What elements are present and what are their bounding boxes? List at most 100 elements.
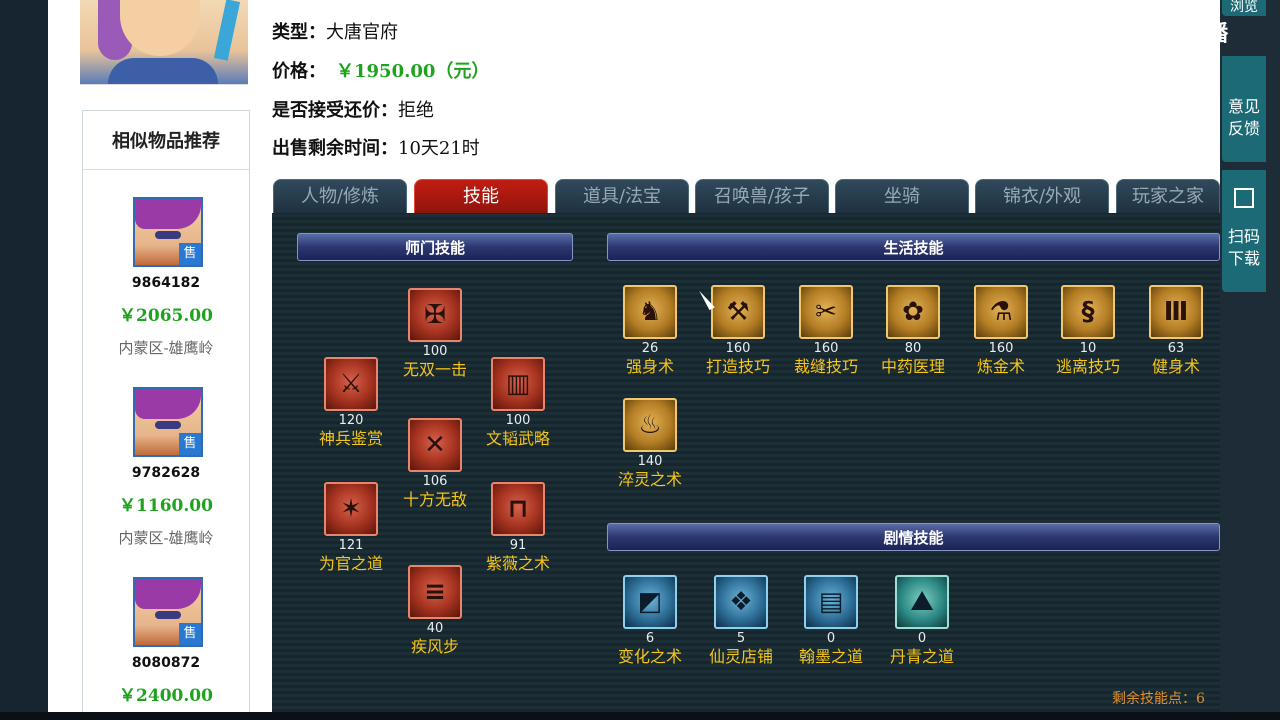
seal-icon: ✶: [324, 482, 378, 536]
price-row: 价格： ￥1950.00（元）: [272, 57, 489, 83]
skill-level: 91: [509, 538, 527, 553]
skill-name: 为官之道: [318, 554, 383, 573]
gate-icon: ▥: [491, 357, 545, 411]
skill-xianling[interactable]: ❖ 5 仙灵店铺: [696, 575, 786, 667]
skill-name: 健身术: [1151, 357, 1200, 376]
skill-name: 无双一击: [402, 360, 467, 379]
skill-name: 神兵鉴赏: [318, 429, 383, 448]
skill-name: 紫薇之术: [485, 554, 550, 573]
herb-icon: ✿: [886, 285, 940, 339]
skill-name: 淬灵之术: [617, 470, 682, 489]
qr-scan-icon: [1234, 188, 1254, 208]
skill-zhongyao[interactable]: ✿ 80 中药医理: [868, 285, 958, 377]
shop-icon: ❖: [714, 575, 768, 629]
claw-icon: ✠: [408, 288, 462, 342]
story-skills-header: 剧情技能: [607, 523, 1220, 551]
similar-items-panel: 相似物品推荐 售 9864182 ￥2065.00 内蒙区-雄鹰岭 售 9782…: [82, 110, 250, 714]
skill-caifeng[interactable]: ✂ 160 裁缝技巧: [781, 285, 871, 377]
tab-skills[interactable]: 技能: [414, 179, 548, 213]
skill-wushuang[interactable]: ✠ 100 无双一击: [390, 288, 480, 380]
skill-wentao[interactable]: ▥ 100 文韬武略: [473, 357, 563, 449]
watermark-large: CC直播: [1072, 58, 1190, 98]
skill-danqing[interactable]: ⛰ 0 丹青之道: [877, 575, 967, 667]
skill-level: 5: [736, 631, 746, 646]
sell-badge: 售: [179, 243, 201, 265]
scan-download-button[interactable]: 扫码下载: [1222, 170, 1266, 292]
type-label: 类型：: [272, 22, 326, 43]
skill-level: 160: [813, 341, 839, 356]
skill-jianshen[interactable]: Ⅲ 63 健身术: [1131, 285, 1221, 377]
feedback-label: 意见反馈: [1227, 97, 1260, 138]
skill-name: 强身术: [625, 357, 674, 376]
escape-icon: §: [1061, 285, 1115, 339]
type-value: 大唐官府: [326, 22, 398, 43]
skill-name: 文韬武略: [485, 429, 550, 448]
scan-download-label: 扫码下载: [1227, 227, 1260, 268]
tab-character[interactable]: 人物/修炼: [273, 179, 407, 213]
skill-level: 100: [422, 344, 448, 359]
skill-lianjin[interactable]: ⚗ 160 炼金术: [956, 285, 1046, 377]
skill-name: 翰墨之道: [798, 647, 863, 666]
fitness-icon: Ⅲ: [1149, 285, 1203, 339]
skill-taoli[interactable]: § 10 逃离技巧: [1043, 285, 1133, 377]
hammer-icon: ⚒: [711, 285, 765, 339]
skill-hanmo[interactable]: ▤ 0 翰墨之道: [786, 575, 876, 667]
alchemy-icon: ⚗: [974, 285, 1028, 339]
life-skills-header: 生活技能: [607, 233, 1220, 261]
item-server: 内蒙区-雄鹰岭: [118, 339, 214, 357]
skill-shifang[interactable]: ✕ 106 十方无敌: [390, 418, 480, 510]
item-thumbnail[interactable]: 售: [133, 387, 203, 457]
item-price: ￥2400.00: [119, 686, 213, 706]
skill-ziwei[interactable]: ⊓ 91 紫薇之术: [473, 482, 563, 574]
skill-level: 0: [917, 631, 927, 646]
boot-icon: ≡: [408, 565, 462, 619]
cross-blades-icon: ✕: [408, 418, 462, 472]
sell-badge: 售: [179, 433, 201, 455]
skill-level: 120: [338, 413, 364, 428]
left-frame: [0, 0, 48, 720]
feedback-button[interactable]: 意见反馈: [1222, 56, 1266, 162]
remain-time-row: 出售剩余时间：10天21时: [272, 134, 480, 160]
tab-outfits[interactable]: 锦衣/外观: [975, 179, 1109, 213]
skill-level: 160: [988, 341, 1014, 356]
skill-name: 疾风步: [410, 637, 459, 656]
remain-time-value: 10天21时: [398, 138, 480, 159]
price-value: ￥1950.00（元）: [336, 61, 490, 82]
item-id[interactable]: 9782628: [83, 465, 249, 481]
browse-button[interactable]: 浏览: [1222, 0, 1266, 16]
skill-cuiling[interactable]: ♨ 140 淬灵之术: [605, 398, 695, 490]
item-thumbnail[interactable]: 售: [133, 577, 203, 647]
tab-home[interactable]: 玩家之家: [1116, 179, 1220, 213]
scissors-icon: ✂: [799, 285, 853, 339]
skill-level: 40: [426, 621, 444, 636]
tab-summons[interactable]: 召唤兽/孩子: [695, 179, 829, 213]
skill-level: 106: [422, 474, 448, 489]
tab-mounts[interactable]: 坐骑: [835, 179, 969, 213]
transform-icon: ◩: [623, 575, 677, 629]
type-row: 类型：大唐官府: [272, 18, 398, 44]
skill-level: 121: [338, 538, 364, 553]
skill-qiangshen[interactable]: ♞ 26 强身术: [605, 285, 695, 377]
skill-level: 80: [904, 341, 922, 356]
skill-name: 打造技巧: [705, 357, 770, 376]
item-thumbnail[interactable]: 售: [133, 197, 203, 267]
character-avatar: [80, 0, 248, 85]
tab-items[interactable]: 道具/法宝: [555, 179, 689, 213]
skill-name: 裁缝技巧: [793, 357, 858, 376]
skill-bianhua[interactable]: ◩ 6 变化之术: [605, 575, 695, 667]
skill-name: 变化之术: [617, 647, 682, 666]
bargain-value: 拒绝: [398, 100, 434, 121]
skill-level: 140: [637, 454, 663, 469]
skill-name: 仙灵店铺: [708, 647, 773, 666]
skill-weiguan[interactable]: ✶ 121 为官之道: [306, 482, 396, 574]
skill-shenbing[interactable]: ⚔ 120 神兵鉴赏: [306, 357, 396, 449]
item-id[interactable]: 8080872: [83, 655, 249, 671]
skill-jifeng[interactable]: ≡ 40 疾风步: [390, 565, 480, 657]
item-price: ￥2065.00: [119, 306, 213, 326]
skill-name: 中药医理: [880, 357, 945, 376]
muscle-icon: ♞: [623, 285, 677, 339]
remain-time-label: 出售剩余时间：: [272, 138, 398, 159]
weapon-icon: ⚔: [324, 357, 378, 411]
browse-label: 浏览: [1230, 0, 1258, 15]
item-id[interactable]: 9864182: [83, 275, 249, 291]
